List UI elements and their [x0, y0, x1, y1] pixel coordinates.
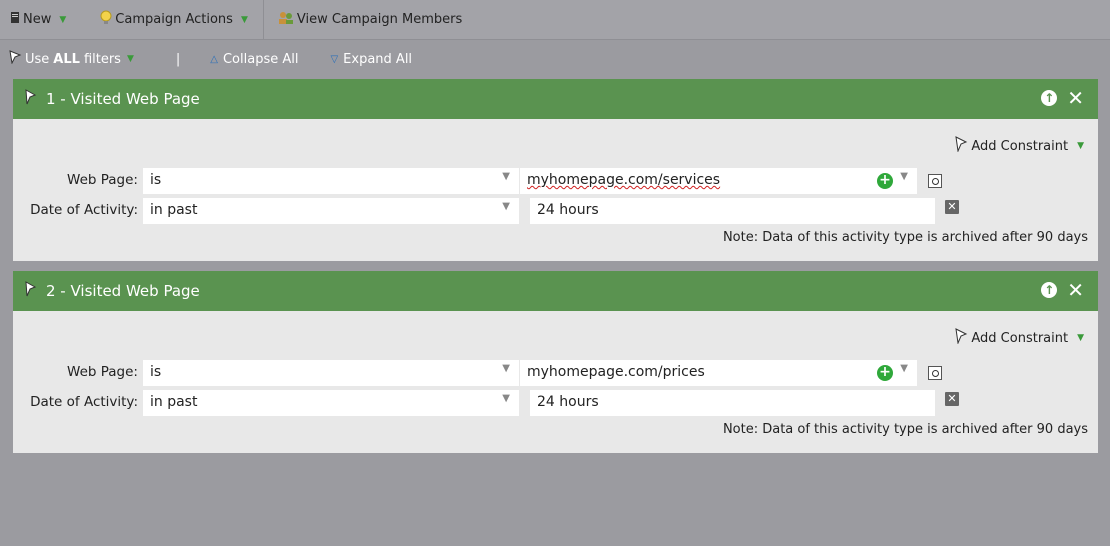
date-operator-select[interactable]: in past ▼ [143, 198, 519, 224]
view-members-label: View Campaign Members [296, 12, 463, 27]
filter-drag-icon[interactable] [23, 281, 37, 301]
chevron-down-icon: ▼ [900, 363, 908, 374]
date-of-activity-label: Date of Activity: [30, 394, 138, 410]
chevron-down-icon: ▼ [502, 363, 510, 374]
chevron-down-icon: ▼ [502, 201, 510, 212]
add-constraint-button[interactable]: Add Constraint ▼ [954, 136, 1084, 156]
date-value-input[interactable]: 24 hours [530, 198, 935, 224]
dropdown-arrow-icon: ▼ [126, 54, 134, 64]
archive-note: Note: Data of this activity type is arch… [722, 422, 1088, 437]
dropdown-arrow-icon: ▼ [1077, 141, 1084, 151]
new-label: New [23, 12, 52, 27]
members-icon [278, 11, 294, 29]
date-operator-value: in past [150, 394, 198, 410]
chevron-down-icon: ▼ [502, 171, 510, 182]
close-icon[interactable]: ✕ [1067, 88, 1084, 108]
close-icon[interactable]: ✕ [1067, 280, 1084, 300]
date-of-activity-row: Date of Activity: in past ▼ 24 hours ✕ [13, 198, 1098, 224]
add-constraint-button[interactable]: Add Constraint ▼ [954, 328, 1084, 348]
filter-title: 1 - Visited Web Page [46, 90, 200, 108]
archive-note: Note: Data of this activity type is arch… [722, 230, 1088, 245]
date-value: 24 hours [537, 394, 599, 410]
web-page-value-select[interactable]: myhomepage.com/services ▼ [520, 168, 917, 194]
expand-all-label: Expand All [343, 51, 413, 67]
date-operator-value: in past [150, 202, 198, 218]
web-page-operator-select[interactable]: is ▼ [143, 168, 519, 194]
filter-header[interactable]: 1 - Visited Web Page ↑ ✕ [13, 79, 1098, 119]
filter-body: Add Constraint ▼ Web Page: is ▼ myhomepa… [13, 119, 1098, 261]
filter-bar: Use ALL filters ▼ | △ Collapse All ▽ Exp… [0, 44, 1110, 74]
move-up-icon[interactable]: ↑ [1041, 90, 1058, 106]
date-of-activity-label: Date of Activity: [30, 202, 138, 218]
lookup-icon[interactable] [928, 174, 942, 188]
web-page-label: Web Page: [67, 172, 138, 188]
use-prefix: Use [25, 51, 50, 67]
add-constraint-label: Add Constraint [971, 330, 1069, 346]
campaign-actions-label: Campaign Actions [115, 12, 233, 27]
filter-card: 1 - Visited Web Page ↑ ✕ Add Constraint … [13, 79, 1098, 261]
filter-title: 2 - Visited Web Page [46, 282, 200, 300]
web-page-operator-value: is [150, 364, 162, 380]
chevron-down-icon: ▼ [900, 171, 908, 182]
chevron-down-icon: ▼ [502, 393, 510, 404]
filter-header[interactable]: 2 - Visited Web Page ↑ ✕ [13, 271, 1098, 311]
date-value: 24 hours [537, 202, 599, 218]
web-page-value: myhomepage.com/prices [527, 364, 705, 380]
delete-row-icon[interactable]: ✕ [945, 392, 959, 406]
campaign-actions-button[interactable]: Campaign Actions ▼ [90, 0, 258, 40]
dropdown-arrow-icon: ▼ [240, 14, 248, 25]
collapse-all-button[interactable]: △ Collapse All [210, 52, 298, 67]
new-document-icon [10, 11, 20, 28]
filter-drag-icon[interactable] [23, 89, 37, 109]
use-suffix: filters [83, 51, 121, 67]
web-page-row: Web Page: is ▼ myhomepage.com/services ▼… [13, 168, 1098, 194]
chevron-up-icon: △ [210, 53, 218, 65]
chevron-down-icon: ▽ [330, 53, 339, 65]
web-page-operator-value: is [150, 172, 162, 188]
add-value-icon[interactable]: + [877, 173, 893, 189]
web-page-row: Web Page: is ▼ myhomepage.com/prices ▼ + [13, 360, 1098, 386]
delete-row-icon[interactable]: ✕ [945, 200, 959, 214]
filter-bar-separator: | [175, 51, 181, 67]
dropdown-arrow-icon: ▼ [1077, 333, 1084, 343]
collapse-all-label: Collapse All [222, 51, 299, 67]
use-all-text: ALL [53, 51, 80, 67]
date-value-input[interactable]: 24 hours [530, 390, 935, 416]
use-all-filters-dropdown[interactable]: Use ALL filters ▼ [8, 50, 134, 68]
web-page-value-select[interactable]: myhomepage.com/prices ▼ [520, 360, 917, 386]
funnel-icon [954, 136, 968, 156]
new-button[interactable]: New ▼ [0, 0, 76, 40]
filter-body: Add Constraint ▼ Web Page: is ▼ myhomepa… [13, 311, 1098, 453]
web-page-operator-select[interactable]: is ▼ [143, 360, 519, 386]
add-value-icon[interactable]: + [877, 365, 893, 381]
expand-all-button[interactable]: ▽ Expand All [330, 52, 412, 67]
lookup-icon[interactable] [928, 366, 942, 380]
filter-card: 2 - Visited Web Page ↑ ✕ Add Constraint … [13, 271, 1098, 453]
move-up-icon[interactable]: ↑ [1041, 282, 1058, 298]
toolbar: New ▼ Campaign Actions ▼ View Campaign M… [0, 0, 1110, 40]
funnel-icon [954, 328, 968, 348]
date-operator-select[interactable]: in past ▼ [143, 390, 519, 416]
lightbulb-icon [100, 10, 112, 30]
date-of-activity-row: Date of Activity: in past ▼ 24 hours ✕ [13, 390, 1098, 416]
web-page-value: myhomepage.com/services [527, 172, 721, 188]
add-constraint-label: Add Constraint [971, 138, 1069, 154]
funnel-icon [8, 50, 22, 68]
view-campaign-members-button[interactable]: View Campaign Members [264, 0, 472, 40]
dropdown-arrow-icon: ▼ [59, 14, 67, 25]
web-page-label: Web Page: [67, 364, 138, 380]
